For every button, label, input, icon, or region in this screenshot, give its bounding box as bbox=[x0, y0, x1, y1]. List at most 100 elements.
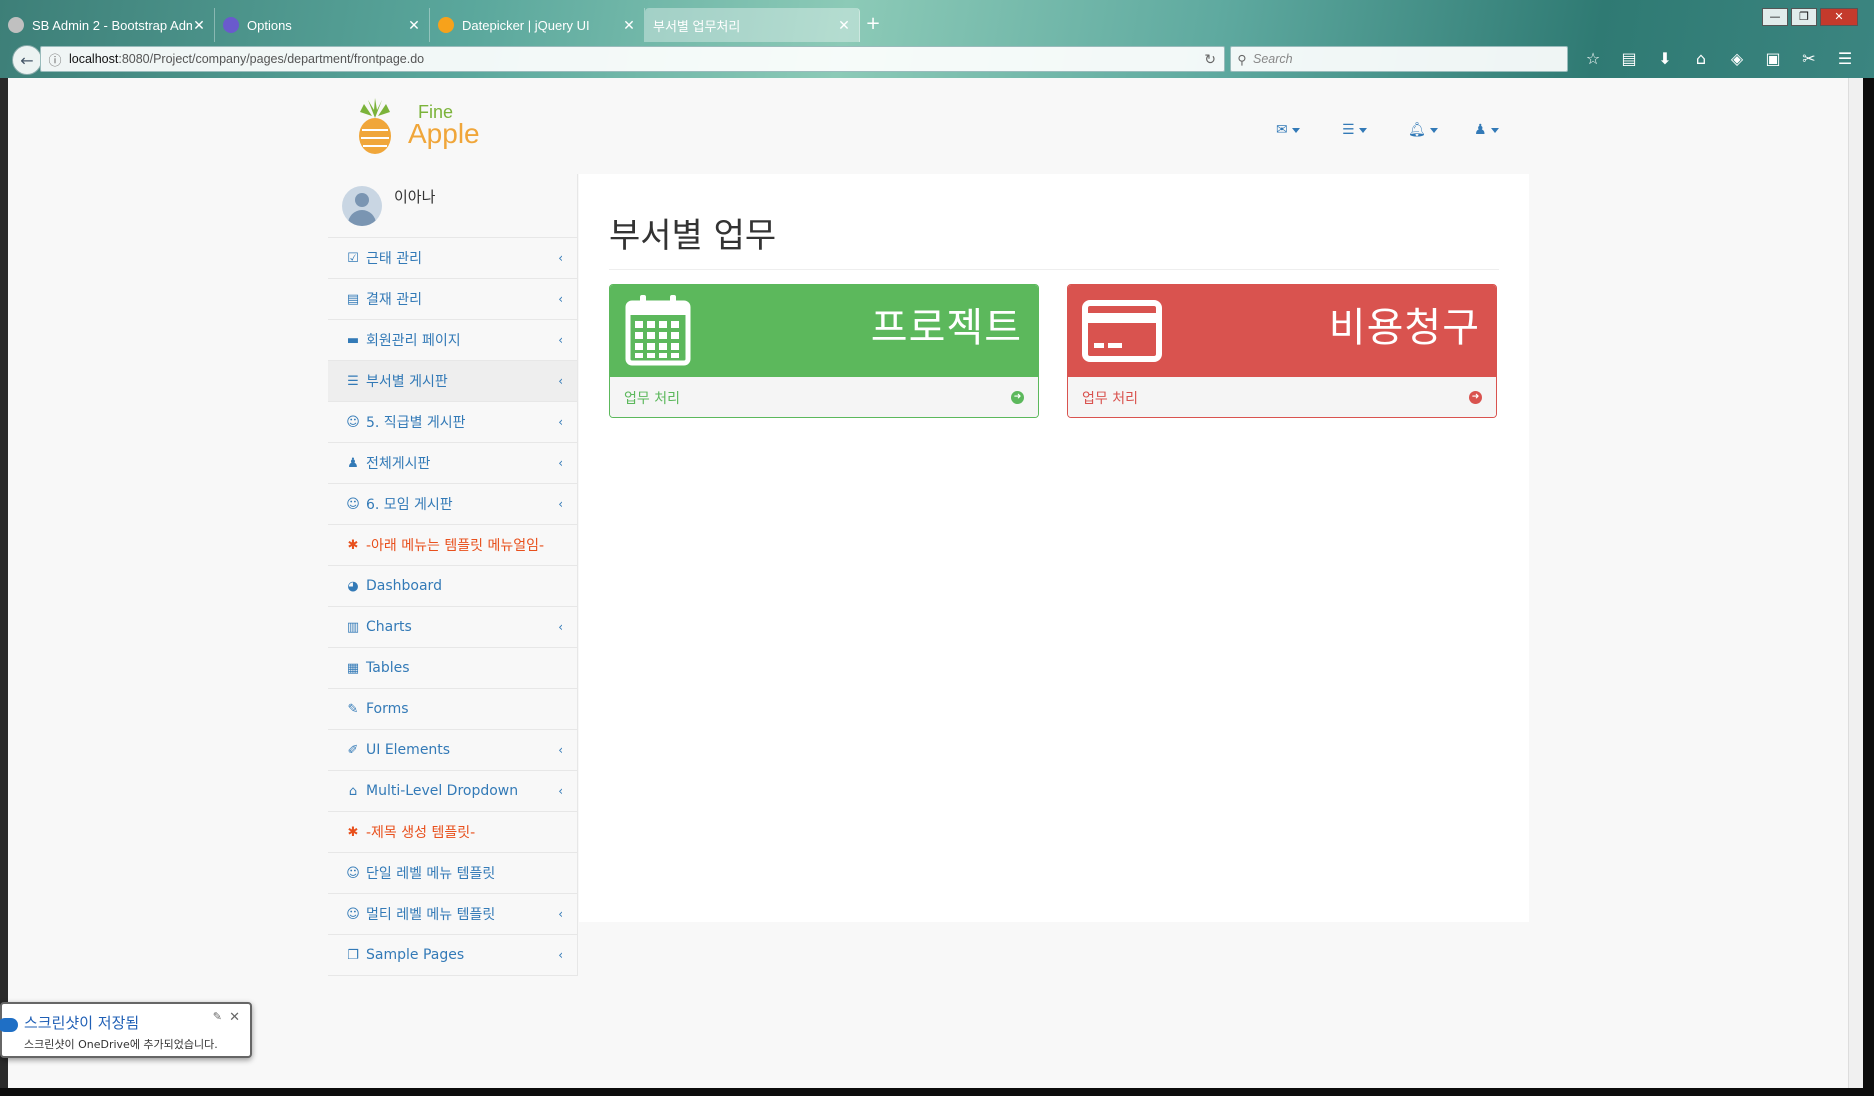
sidebar-item[interactable]: ◕ Dashboard bbox=[328, 566, 577, 607]
info-icon[interactable]: ⓘ bbox=[41, 50, 69, 69]
project-panel[interactable]: 프로젝트 업무 처리 ➜ bbox=[609, 284, 1039, 418]
chevron-left-icon: ‹ bbox=[558, 948, 563, 962]
sidebar-item[interactable]: ✎ Forms bbox=[328, 689, 577, 730]
caret-down-icon bbox=[1490, 127, 1499, 133]
sidebar-item[interactable]: ♟ 전체게시판 ‹ bbox=[328, 443, 577, 484]
sidebar-item-label: Tables bbox=[366, 660, 410, 676]
close-icon[interactable]: ✕ bbox=[229, 1010, 240, 1025]
sidebar-item[interactable]: ✱ -제목 생성 템플릿- bbox=[328, 812, 577, 853]
sidebar-user-box: 이아나 bbox=[328, 174, 577, 238]
chevron-left-icon: ‹ bbox=[558, 292, 563, 306]
close-icon[interactable]: ✕ bbox=[622, 17, 636, 34]
chevron-left-icon: ‹ bbox=[558, 333, 563, 347]
sidebar-item-label: 전체게시판 bbox=[366, 456, 431, 472]
arrow-circle-right-icon: ➜ bbox=[1011, 391, 1024, 404]
sidebar-item-label: Forms bbox=[366, 701, 409, 717]
sidebar-item[interactable]: ✱ -아래 메뉴는 템플릿 메뉴얼임- bbox=[328, 525, 577, 566]
gear-icon: ✱ bbox=[347, 537, 359, 553]
search-input[interactable]: ⚲ Search bbox=[1230, 46, 1568, 72]
alerts-dropdown[interactable]: 🔔︎ bbox=[1408, 122, 1442, 138]
pocket-icon[interactable]: ◈ bbox=[1724, 46, 1750, 72]
nav-bar: ← ⓘ localhost:8080/Project/company/pages… bbox=[0, 42, 1874, 78]
sidebar-item-label: Sample Pages bbox=[366, 947, 465, 963]
sidebar-item[interactable]: ☺ 5. 직급별 게시판 ‹ bbox=[328, 402, 577, 443]
panel-footer-label: 업무 처리 bbox=[1082, 391, 1138, 407]
sidebar-item[interactable]: ✐ UI Elements ‹ bbox=[328, 730, 577, 771]
bar-chart-icon: ▥ bbox=[346, 619, 360, 635]
chevron-left-icon: ‹ bbox=[558, 743, 563, 757]
minimize-button[interactable]: — bbox=[1762, 8, 1788, 26]
browser-tab-options[interactable]: Options ✕ bbox=[215, 8, 430, 42]
panel-footer-label: 업무 처리 bbox=[624, 391, 680, 407]
pineapple-icon bbox=[359, 98, 391, 154]
sidebar-item-label: 6. 모임 게시판 bbox=[366, 497, 453, 513]
onedrive-toast[interactable]: 스크린샷이 저장됨 스크린샷이 OneDrive에 추가되었습니다. ✎ ✕ bbox=[0, 1002, 252, 1058]
list-alt-icon: ▤ bbox=[346, 291, 360, 307]
pin-icon[interactable]: ✎ bbox=[213, 1010, 222, 1023]
new-tab-button[interactable]: + bbox=[860, 8, 886, 42]
close-icon[interactable]: ✕ bbox=[192, 17, 206, 34]
main-content: 부서별 업무 프로젝트 업무 처리 ➜ 비용청구 업무 처리 ➜ bbox=[579, 174, 1529, 922]
url-bar[interactable]: ⓘ localhost:8080/Project/company/pages/d… bbox=[40, 46, 1225, 72]
browser-tab-datepicker[interactable]: Datepicker | jQuery UI ✕ bbox=[430, 8, 645, 42]
back-button[interactable]: ← bbox=[12, 45, 42, 75]
chevron-left-icon: ‹ bbox=[558, 251, 563, 265]
sidebar-item-label: -아래 메뉴는 템플릿 메뉴얼임- bbox=[366, 538, 545, 554]
sidebar-item-label: Dashboard bbox=[366, 578, 442, 594]
page-title: 부서별 업무 bbox=[609, 208, 1499, 270]
sidebar-item[interactable]: ❐ Sample Pages ‹ bbox=[328, 935, 577, 976]
sidebar-item[interactable]: ▬ 회원관리 페이지 ‹ bbox=[328, 320, 577, 361]
sitemap-icon: ⌂ bbox=[348, 783, 358, 799]
sidebar-item-label: 멀티 레벨 메뉴 템플릿 bbox=[366, 907, 496, 923]
dashboard-icon: ◕ bbox=[347, 578, 359, 594]
bookmark-star-icon[interactable]: ☆ bbox=[1580, 46, 1606, 72]
extension-icon[interactable]: ▣ bbox=[1760, 46, 1786, 72]
sidebar-item[interactable]: ☺ 6. 모임 게시판 ‹ bbox=[328, 484, 577, 525]
browser-tab-sb-admin[interactable]: SB Admin 2 - Bootstrap Admin ✕ bbox=[0, 8, 215, 42]
sidebar-item[interactable]: ▦ Tables bbox=[328, 648, 577, 689]
tab-favicon-icon bbox=[8, 17, 24, 33]
download-icon[interactable]: ⬇ bbox=[1652, 46, 1678, 72]
home-icon[interactable]: ⌂ bbox=[1688, 46, 1714, 72]
tab-favicon-icon bbox=[438, 17, 454, 33]
sidebar-item[interactable]: ☺ 멀티 레벨 메뉴 템플릿 ‹ bbox=[328, 894, 577, 935]
browser-tab-active[interactable]: 부서별 업무처리 ✕ bbox=[645, 8, 860, 42]
smile-icon: ☺ bbox=[346, 906, 360, 922]
reload-icon[interactable]: ↻ bbox=[1204, 51, 1216, 68]
user-name: 이아나 bbox=[394, 188, 436, 206]
sidebar-item[interactable]: ☰ 부서별 게시판 ‹ bbox=[328, 361, 577, 402]
vertical-scrollbar[interactable] bbox=[1848, 78, 1863, 1088]
toast-subtitle: 스크린샷이 OneDrive에 추가되었습니다. bbox=[24, 1038, 218, 1051]
sidebar-item[interactable]: ⌂ Multi-Level Dropdown ‹ bbox=[328, 771, 577, 812]
tools-icon[interactable]: ✂ bbox=[1796, 46, 1822, 72]
sidebar-item-label: 부서별 게시판 bbox=[366, 374, 448, 390]
panel-footer-link[interactable]: 업무 처리 ➜ bbox=[610, 377, 1038, 417]
window-close-button[interactable]: ✕ bbox=[1820, 8, 1858, 26]
sidebar-item-label: 회원관리 페이지 bbox=[366, 333, 461, 349]
arrow-circle-right-icon: ➜ bbox=[1469, 391, 1482, 404]
close-icon[interactable]: ✕ bbox=[837, 17, 851, 34]
messages-dropdown[interactable]: ✉ bbox=[1276, 122, 1310, 138]
close-icon[interactable]: ✕ bbox=[407, 17, 421, 34]
expense-panel[interactable]: 비용청구 업무 처리 ➜ bbox=[1067, 284, 1497, 418]
sidebar-item[interactable]: ▥ Charts ‹ bbox=[328, 607, 577, 648]
caret-down-icon bbox=[1358, 127, 1367, 133]
chevron-left-icon: ‹ bbox=[558, 497, 563, 511]
brand-logo[interactable]: Fine Apple bbox=[350, 96, 490, 156]
sidebar-item[interactable]: ☺ 단일 레벨 메뉴 템플릿 bbox=[328, 853, 577, 894]
sidebar-item[interactable]: ▤ 결재 관리 ‹ bbox=[328, 279, 577, 320]
sidebar-item-label: 단일 레벨 메뉴 템플릿 bbox=[366, 866, 496, 882]
top-nav: ✉ ☰ 🔔︎ ♟ bbox=[1276, 122, 1508, 138]
menu-icon[interactable]: ☰ bbox=[1832, 46, 1858, 72]
reading-list-icon[interactable]: ▤ bbox=[1616, 46, 1642, 72]
panel-footer-link[interactable]: 업무 처리 ➜ bbox=[1068, 377, 1496, 417]
chevron-left-icon: ‹ bbox=[558, 784, 563, 798]
tasks-icon: ☰ bbox=[1342, 122, 1355, 138]
restore-button[interactable]: ❐ bbox=[1791, 8, 1817, 26]
user-dropdown[interactable]: ♟ bbox=[1474, 122, 1508, 138]
sidebar-item[interactable]: ☑ 근태 관리 ‹ bbox=[328, 238, 577, 279]
browser-chrome: SB Admin 2 - Bootstrap Admin ✕ Options ✕… bbox=[0, 0, 1874, 78]
tasks-dropdown[interactable]: ☰ bbox=[1342, 122, 1376, 138]
chevron-left-icon: ‹ bbox=[558, 374, 563, 388]
panel-heading: 비용청구 bbox=[1068, 285, 1496, 377]
